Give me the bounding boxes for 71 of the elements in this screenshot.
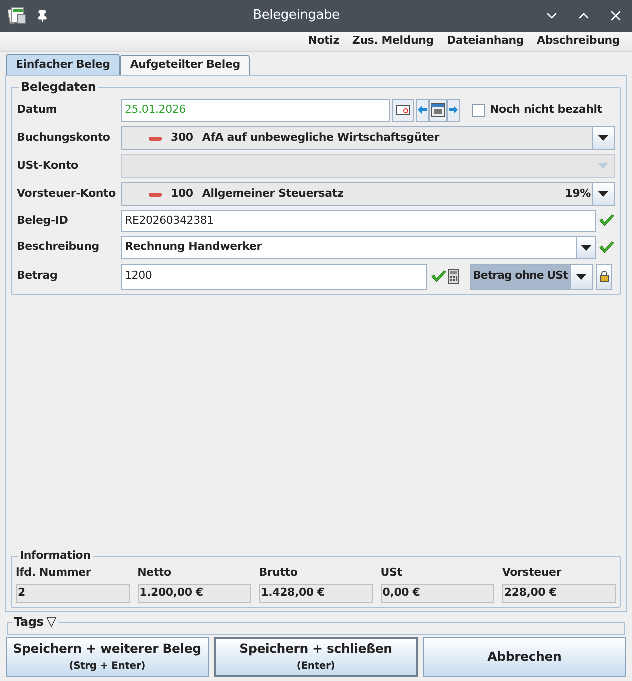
field-label: Beschreibung <box>17 239 100 256</box>
dropdown-button[interactable] <box>592 183 614 205</box>
lock-button[interactable] <box>596 264 612 290</box>
amount-mode-dropdown[interactable]: Betrag ohne USt <box>470 264 593 290</box>
info-label: Brutto <box>259 564 299 580</box>
info-label: USt <box>380 564 404 580</box>
tax-rate: 19% <box>565 186 591 202</box>
info-label: Netto <box>138 564 172 580</box>
window-title: Belegeingabe <box>252 7 341 26</box>
checkbox-label: Noch nicht bezahlt <box>490 102 602 118</box>
account-marker-icon <box>149 192 162 197</box>
account-name: AfA auf unbewegliche Wirtschaftsgüter <box>202 130 441 146</box>
account-number: 100 <box>171 186 194 202</box>
dropdown-arrow-icon <box>598 135 609 141</box>
menu-item[interactable]: Dateianhang <box>446 33 524 50</box>
tab[interactable]: Aufgeteilter Beleg <box>120 55 250 75</box>
menu-item[interactable]: Notiz <box>308 33 340 50</box>
field-label: Betrag <box>17 268 59 284</box>
field-label: USt-Konto <box>17 158 80 174</box>
checkbox[interactable] <box>472 104 485 116</box>
arrow-right-icon <box>449 106 458 114</box>
dropdown-button[interactable] <box>577 236 596 259</box>
dropdown-button[interactable] <box>592 127 614 149</box>
checkmark-icon <box>431 270 447 284</box>
info-value: 0,00 € <box>380 584 494 603</box>
account-name: Allgemeiner Steuersatz <box>202 186 345 202</box>
calendar-icon <box>396 105 410 115</box>
calendar-icon <box>431 103 445 117</box>
checkmark-icon <box>599 214 615 228</box>
dropdown-button[interactable] <box>570 264 592 288</box>
info-value: 2 <box>16 584 130 603</box>
dropdown-arrow-icon <box>580 244 592 250</box>
account-dropdown[interactable]: 300 AfA auf unbewegliche Wirtschaftsgüter <box>121 126 615 150</box>
info-label: Vorsteuer <box>502 564 563 580</box>
arrow-left-icon <box>418 106 427 114</box>
lock-icon <box>600 271 608 282</box>
tags-label: Tags <box>14 614 44 631</box>
menu-item[interactable]: Zus. Meldung <box>352 33 434 50</box>
amount-field[interactable]: 1200 <box>121 264 427 290</box>
field-label: Datum <box>17 102 58 118</box>
dropdown-arrow-icon <box>576 274 587 280</box>
action-button[interactable]: Speichern + schließen (Enter) <box>214 637 418 677</box>
checkmark-icon <box>599 240 615 254</box>
group-title: Information <box>19 548 92 564</box>
beleg-id-field[interactable]: RE20260342381 <box>121 210 596 232</box>
action-button[interactable]: Speichern + weiterer Beleg (Strg + Enter) <box>6 637 209 677</box>
menu-item[interactable]: Abschreibung <box>537 33 620 50</box>
dropdown-arrow-icon <box>598 163 608 169</box>
group-title: Belegdaten <box>20 79 98 96</box>
pin-icon[interactable] <box>36 10 49 22</box>
app-icon <box>8 7 28 25</box>
account-marker-icon <box>149 136 162 141</box>
tab[interactable]: Einfacher Beleg <box>6 54 120 75</box>
info-value: 1.428,00 € <box>259 584 373 603</box>
info-value: 228,00 € <box>502 584 616 603</box>
action-button[interactable]: Abbrechen <box>423 637 626 677</box>
tags-toggle[interactable]: ▽ <box>46 616 56 628</box>
account-number: 300 <box>171 130 194 146</box>
description-combo[interactable]: Rechnung Handwerker <box>121 236 577 259</box>
dropdown-arrow-icon <box>598 191 609 197</box>
info-value: 1.200,00 € <box>138 584 252 603</box>
today-calendar-button[interactable] <box>429 98 447 122</box>
field-label: Buchungskonto <box>17 130 112 146</box>
previous-day-button[interactable] <box>416 98 429 122</box>
field-label: Beleg-ID <box>17 212 70 229</box>
tax-account-dropdown[interactable]: 100 Allgemeiner Steuersatz 19% <box>121 182 615 206</box>
calendar-picker-button[interactable] <box>392 98 414 122</box>
calculator-icon[interactable] <box>448 269 459 284</box>
info-label: lfd. Nummer <box>16 564 92 580</box>
next-day-button[interactable] <box>447 98 460 122</box>
field-label: Vorsteuer-Konto <box>17 186 117 202</box>
